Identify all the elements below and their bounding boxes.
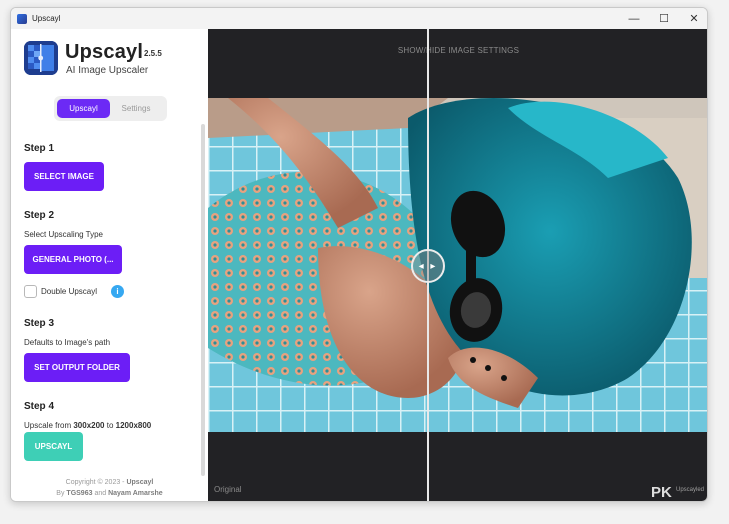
app-icon <box>17 13 27 24</box>
show-hide-image-settings[interactable]: SHOW/HIDE IMAGE SETTINGS <box>208 46 707 55</box>
step2-text: Select Upscaling Type <box>24 230 104 239</box>
upscayl-button[interactable]: UPSCAYL <box>24 432 83 461</box>
title-bar: Upscayl — ☐ ✕ <box>11 8 707 29</box>
tab-upscayl[interactable]: Upscayl <box>57 99 110 118</box>
author1-link[interactable]: TGS963 <box>66 490 92 497</box>
window-controls: — ☐ ✕ <box>619 8 707 29</box>
sidebar: Upscayl 2.5.5 AI Image Upscaler Upscayl … <box>11 29 208 501</box>
step4-text: Upscale from 300x200 to 1200x800 <box>24 421 151 430</box>
comparison-slider-handle[interactable]: ◂ ▸ <box>411 249 445 283</box>
upscaling-type-button[interactable]: GENERAL PHOTO (... <box>24 245 122 274</box>
preview-image <box>208 98 707 432</box>
app-window: Upscayl — ☐ ✕ Upscayl 2.5.5 AI Image Ups… <box>10 7 708 502</box>
authors-line: By TGS963 and Nayam Amarshe <box>11 490 208 497</box>
and-text: and <box>92 490 109 497</box>
window-title: Upscayl <box>32 14 61 23</box>
app-version: 2.5.5 <box>144 49 162 58</box>
copyright-line: Copyright © 2023 - Upscayl <box>11 479 208 486</box>
step4-text-prefix: Upscale from <box>24 421 74 430</box>
step3-title: Step 3 <box>24 318 55 329</box>
step4-title: Step 4 <box>24 401 55 412</box>
by-prefix: By <box>56 490 67 497</box>
author2-link[interactable]: Nayam Amarshe <box>108 490 163 497</box>
step2-title: Step 2 <box>24 210 55 221</box>
double-upscayl-label: Double Upscayl <box>41 287 98 296</box>
app-name: Upscayl <box>65 41 144 63</box>
copyright-link[interactable]: Upscayl <box>126 479 153 486</box>
info-icon[interactable]: i <box>111 285 124 298</box>
sidebar-scrollbar[interactable] <box>201 124 205 476</box>
tab-bar: Upscayl Settings <box>54 96 167 121</box>
set-output-folder-button[interactable]: SET OUTPUT FOLDER <box>24 353 130 382</box>
step1-title: Step 1 <box>24 143 55 154</box>
app-subtitle: AI Image Upscaler <box>66 65 149 76</box>
step3-text: Defaults to Image's path <box>24 338 111 347</box>
step4-text-mid: to <box>104 421 116 430</box>
desktop-background: Upscayl — ☐ ✕ Upscayl 2.5.5 AI Image Ups… <box>0 0 729 524</box>
original-label: Original <box>214 485 242 494</box>
tab-settings[interactable]: Settings <box>110 99 162 118</box>
to-resolution: 1200x800 <box>115 421 152 430</box>
upscayl-logo-icon <box>24 41 58 75</box>
maximize-button[interactable]: ☐ <box>649 8 679 29</box>
double-upscayl-checkbox[interactable] <box>24 285 37 298</box>
watermark: PK <box>651 484 672 501</box>
close-button[interactable]: ✕ <box>679 8 707 29</box>
watermark-small: Upscayled <box>676 487 705 493</box>
copyright-prefix: Copyright © 2023 - <box>65 479 127 486</box>
image-viewer: SHOW/HIDE IMAGE SETTINGS ◂ ▸ Original PK… <box>208 29 707 501</box>
select-image-button[interactable]: SELECT IMAGE <box>24 162 104 191</box>
from-resolution: 300x200 <box>73 421 105 430</box>
minimize-button[interactable]: — <box>619 8 649 29</box>
